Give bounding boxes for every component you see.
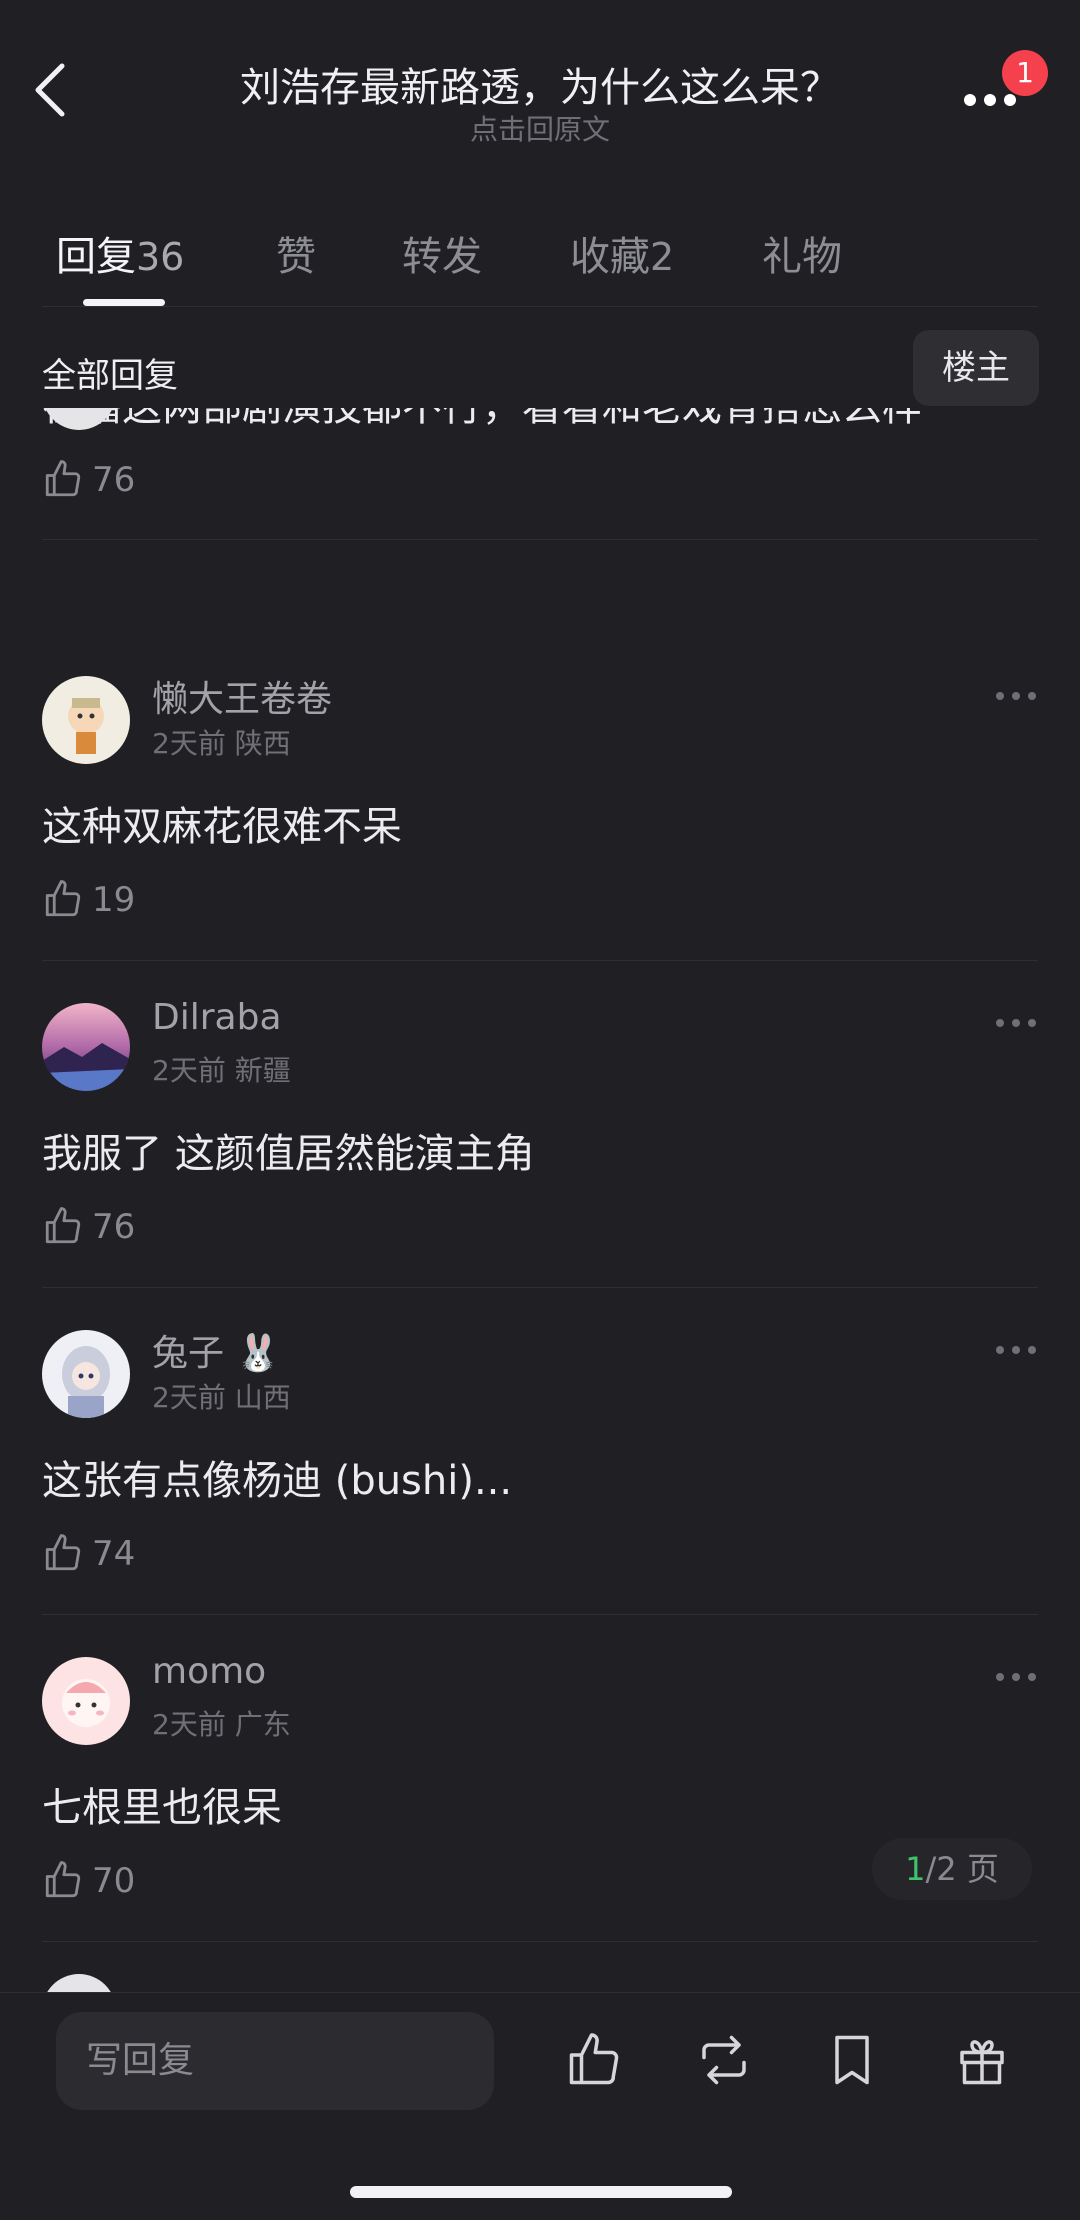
comment-item[interactable]: 兔子 🐰 2天前 山西 这张有点像杨迪 (bushi)... 74 [0,1288,1080,1615]
active-tab-indicator [83,299,165,306]
comment-meta: 2天前 山西 [152,1381,291,1414]
tab-label: 礼物 [762,234,842,280]
comment-text: 这种双麻花很难不呆 [42,804,402,850]
comment-meta: 2天前 新疆 [152,1054,291,1087]
comment-like-button[interactable]: 74 [42,1528,192,1578]
like-count: 74 [92,1534,136,1574]
post-title[interactable]: 刘浩存最新路透，为什么这么呆？ [160,55,920,113]
like-button[interactable] [564,2030,624,2090]
thumbs-up-icon [45,1207,81,1244]
like-count: 76 [92,460,136,500]
comment-item[interactable]: Dilraba 2天前 新疆 我服了 这颜值居然能演主角 76 [0,961,1080,1288]
comment-text: 我服了 这颜值居然能演主角 [42,1131,535,1177]
tab-replies[interactable]: 回复36 [56,224,184,282]
comment-list[interactable]: 在播这两部剧演技都不行，看看和老戏骨搭怎么样 76 懒大王卷卷 2天前 陕西 这… [0,408,1080,1992]
tab-favorites[interactable]: 收藏2 [570,224,674,282]
tab-reposts[interactable]: 转发 [402,224,482,282]
page-total: /2 页 [925,1850,999,1888]
thumbs-up-icon [45,460,81,497]
thumbs-up-icon [45,1861,81,1898]
comment-meta: 2天前 广东 [152,1708,291,1741]
comment-more-button[interactable] [996,1340,1040,1360]
home-indicator[interactable] [350,2186,732,2198]
thumbs-up-icon [45,1534,81,1571]
comment-like-button[interactable]: 76 [42,454,192,504]
gift-icon [960,2040,1004,2085]
divider [42,539,1038,540]
gift-button[interactable] [952,2030,1012,2090]
user-name-text: 兔子 [152,1333,225,1374]
thumbs-up-icon [45,880,81,917]
tab-label: 回复 [56,234,136,280]
user-name[interactable]: Dilraba [152,997,282,1038]
back-to-original-link[interactable]: 点击回原文 [160,108,920,148]
tab-likes[interactable]: 赞 [276,224,316,282]
repost-button[interactable] [694,2030,754,2090]
comment-more-button[interactable] [996,1013,1040,1033]
comment-meta: 2天前 陕西 [152,727,291,760]
comment-text: 七根里也很呆 [42,1785,282,1831]
comment-like-button[interactable]: 70 [42,1855,192,1905]
comment-item[interactable]: 懒大王卷卷 2天前 陕西 这种双麻花很难不呆 19 [0,634,1080,961]
user-name[interactable]: momo [152,1651,266,1692]
bookmark-button[interactable] [822,2030,882,2090]
like-count: 76 [92,1207,136,1247]
comment-more-button[interactable] [996,686,1040,706]
comment-item[interactable]: 在播这两部剧演技都不行，看看和老戏骨搭怎么样 76 [0,408,1080,641]
user-avatar[interactable] [42,1974,116,1992]
reply-input[interactable]: 写回复 [56,2012,494,2110]
current-page: 1 [905,1850,926,1888]
user-name[interactable]: 兔子 🐰 [152,1324,280,1376]
tab-divider [42,306,1038,307]
like-count: 70 [92,1861,136,1901]
tab-label: 转发 [402,234,482,280]
op-only-filter-button[interactable]: 楼主 [913,330,1039,406]
comment-text: 这张有点像杨迪 (bushi)... [42,1458,513,1504]
tab-label: 收藏 [570,234,650,280]
comment-more-button[interactable] [996,1667,1040,1687]
user-avatar[interactable] [42,676,130,764]
section-title: 全部回复 [42,356,178,396]
page-indicator[interactable]: 1/2 页 [872,1838,1032,1900]
user-name[interactable]: 懒大王卷卷 [152,670,332,722]
like-count: 19 [92,880,136,920]
user-avatar[interactable] [42,1657,130,1745]
tab-label: 赞 [276,234,316,280]
comment-text: 在播这两部剧演技都不行，看看和老戏骨搭怎么样 [42,408,922,432]
thumbs-up-icon [569,2033,619,2085]
rabbit-emoji-icon: 🐰 [235,1333,281,1374]
tab-count: 2 [650,235,675,279]
user-avatar[interactable] [42,1003,130,1091]
chevron-left-icon [35,63,65,117]
bookmark-icon [835,2035,869,2085]
tab-gifts[interactable]: 礼物 [762,224,842,282]
divider [42,1941,1038,1942]
tab-count: 36 [136,235,185,279]
comment-like-button[interactable]: 76 [42,1201,192,1251]
back-button[interactable] [30,60,100,140]
comment-like-button[interactable]: 19 [42,874,192,924]
notification-badge: 1 [1002,50,1048,96]
user-avatar[interactable] [42,1330,130,1418]
repost-icon [702,2035,746,2085]
